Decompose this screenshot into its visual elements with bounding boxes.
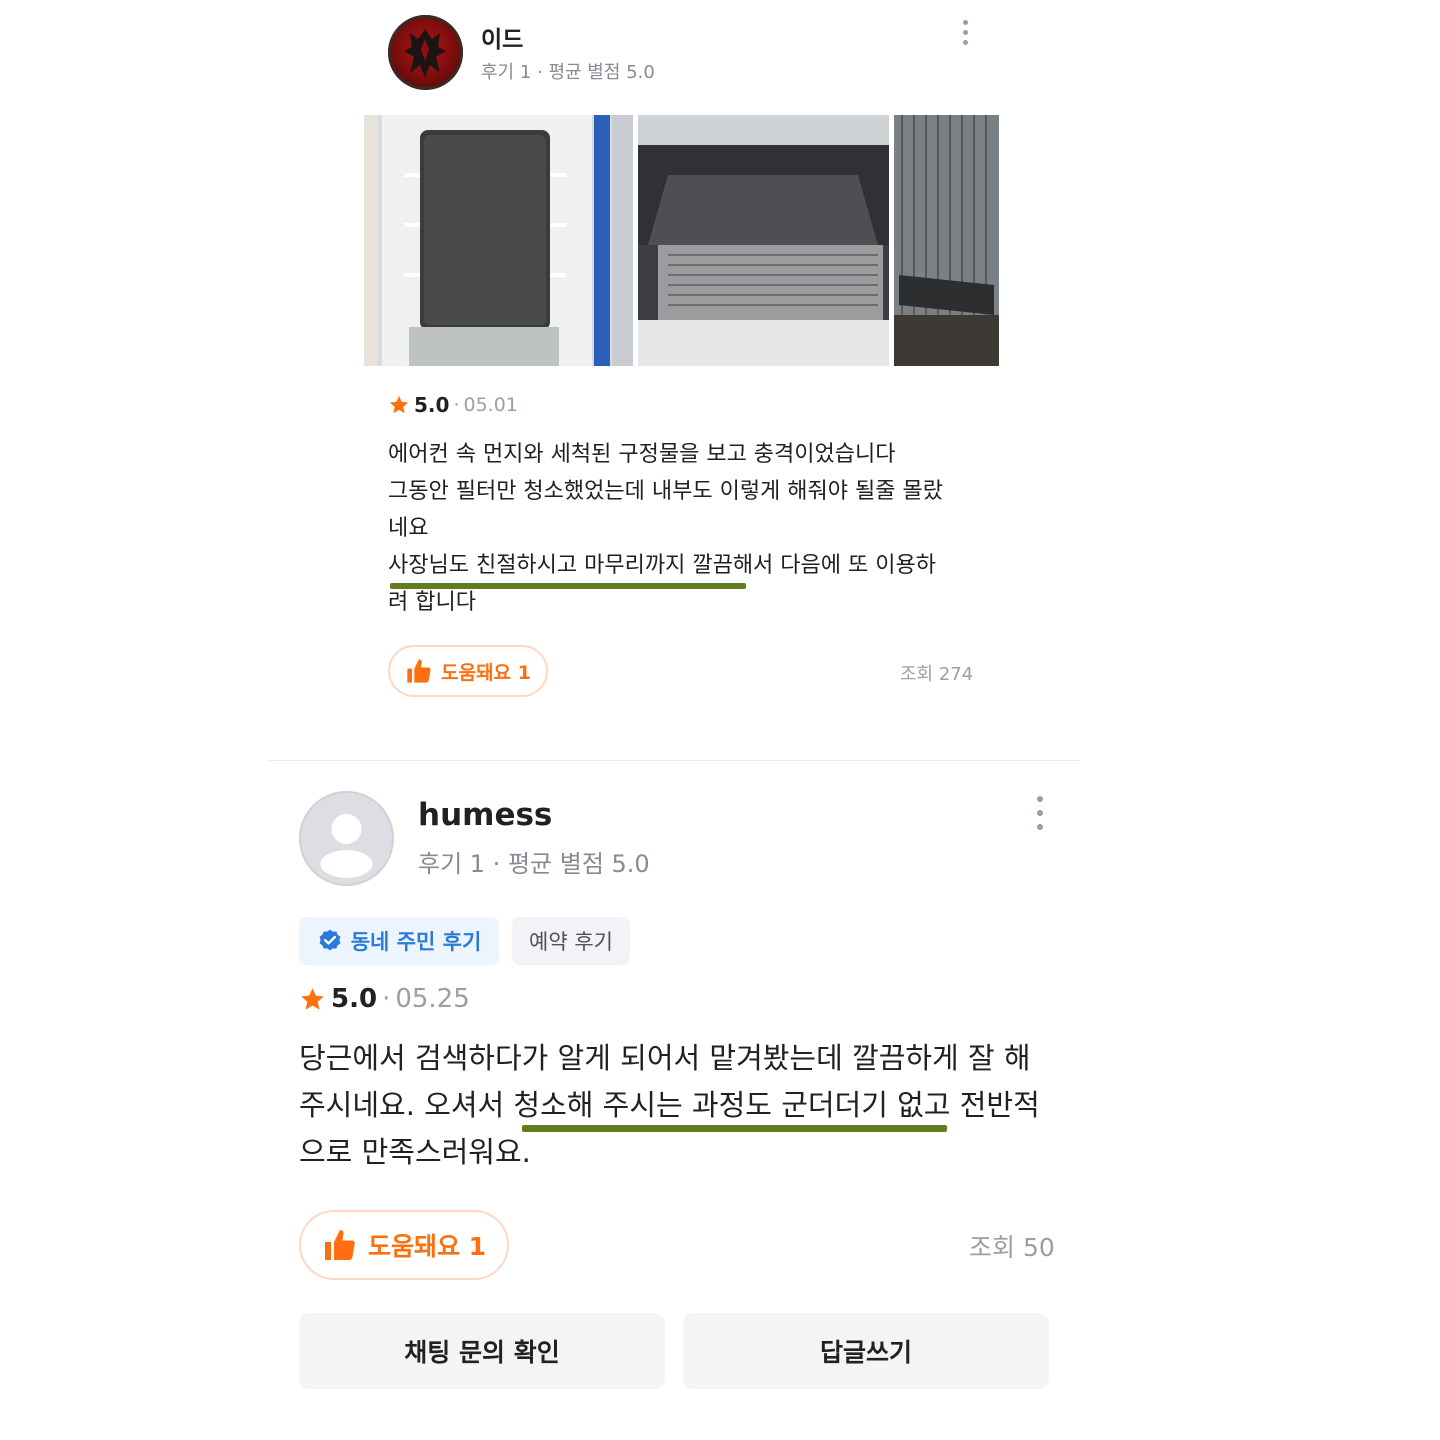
chat-inquiry-button[interactable]: 채팅 문의 확인 — [299, 1313, 665, 1389]
avatar[interactable] — [388, 15, 463, 90]
rating-score: 5.0 — [414, 393, 450, 417]
view-count: 조회 50 — [969, 1233, 1055, 1262]
default-profile-icon — [320, 814, 373, 878]
review-line: 네요 — [388, 516, 429, 541]
thumbs-up-icon — [324, 1230, 355, 1260]
author-name[interactable]: humess — [418, 797, 552, 833]
aircon-interior-photo — [638, 115, 889, 366]
badge-label: 예약 후기 — [529, 930, 613, 954]
review-line: 사장님도 친절하시고 마무리까지 깔끔해서 다음에 또 이용하 — [388, 553, 936, 578]
review-line: 에어컨 속 먼지와 세척된 구정물을 보고 충격이었습니다 — [388, 442, 896, 467]
aircon-filter-photo — [364, 115, 633, 366]
rating-row: 5.0 · 05.25 — [299, 984, 470, 1014]
highlight-underline — [522, 1125, 947, 1132]
review-photo-coil[interactable] — [894, 115, 999, 366]
review-date: 05.25 — [395, 984, 470, 1014]
badge-label: 동네 주민 후기 — [350, 930, 482, 954]
review-photo-interior[interactable] — [638, 115, 889, 366]
review-text: 에어컨 속 먼지와 세척된 구정물을 보고 충격이었습니다 그동안 필터만 청소… — [388, 436, 978, 621]
review-line: 주시네요. 오셔서 청소해 주시는 과정도 군더더기 없고 전반적 — [299, 1088, 1040, 1122]
helpful-button[interactable]: 도움돼요 1 — [388, 645, 548, 697]
author-meta: 후기 1 · 평균 별점 5.0 — [481, 62, 655, 83]
review-line: 으로 만족스러워요. — [299, 1135, 531, 1169]
write-reply-button[interactable]: 답글쓰기 — [683, 1313, 1049, 1389]
review-photo-filter[interactable] — [364, 115, 633, 366]
more-options-icon[interactable] — [956, 18, 976, 48]
review-date: 05.01 — [463, 394, 518, 416]
neighbor-review-badge: 동네 주민 후기 — [299, 917, 499, 965]
avatar[interactable] — [299, 791, 394, 886]
aircon-coil-photo — [894, 115, 999, 366]
thumbs-up-icon — [407, 659, 431, 683]
more-options-icon[interactable] — [1029, 794, 1053, 834]
star-icon — [389, 395, 409, 414]
helpful-label: 도움돼요 1 — [367, 1232, 487, 1261]
booking-review-badge: 예약 후기 — [512, 917, 630, 965]
highlight-underline — [390, 583, 746, 589]
divider — [268, 760, 1080, 761]
separator: · — [382, 984, 391, 1014]
star-icon — [301, 987, 324, 1010]
button-label: 채팅 문의 확인 — [404, 1338, 560, 1367]
rating-row: 5.0 · 05.01 — [388, 393, 518, 417]
review-text: 당근에서 검색하다가 알게 되어서 맡겨봤는데 깔끔하게 잘 해 주시네요. 오… — [299, 1035, 1059, 1176]
separator: · — [453, 394, 460, 416]
rating-score: 5.0 — [331, 984, 378, 1014]
author-meta: 후기 1 · 평균 별점 5.0 — [418, 850, 650, 878]
review-line: 당근에서 검색하다가 알게 되어서 맡겨봤는데 깔끔하게 잘 해 — [299, 1041, 1031, 1075]
horde-emblem-icon — [404, 29, 446, 77]
verified-check-icon — [319, 929, 341, 951]
button-label: 답글쓰기 — [819, 1338, 912, 1367]
helpful-label: 도움돼요 1 — [441, 661, 531, 684]
helpful-button[interactable]: 도움돼요 1 — [299, 1210, 509, 1280]
view-count: 조회 274 — [900, 664, 974, 685]
review-line: 려 합니다 — [388, 590, 476, 615]
author-name[interactable]: 이드 — [481, 20, 523, 54]
review-line: 그동안 필터만 청소했었는데 내부도 이렇게 해줘야 될줄 몰랐 — [388, 479, 943, 504]
